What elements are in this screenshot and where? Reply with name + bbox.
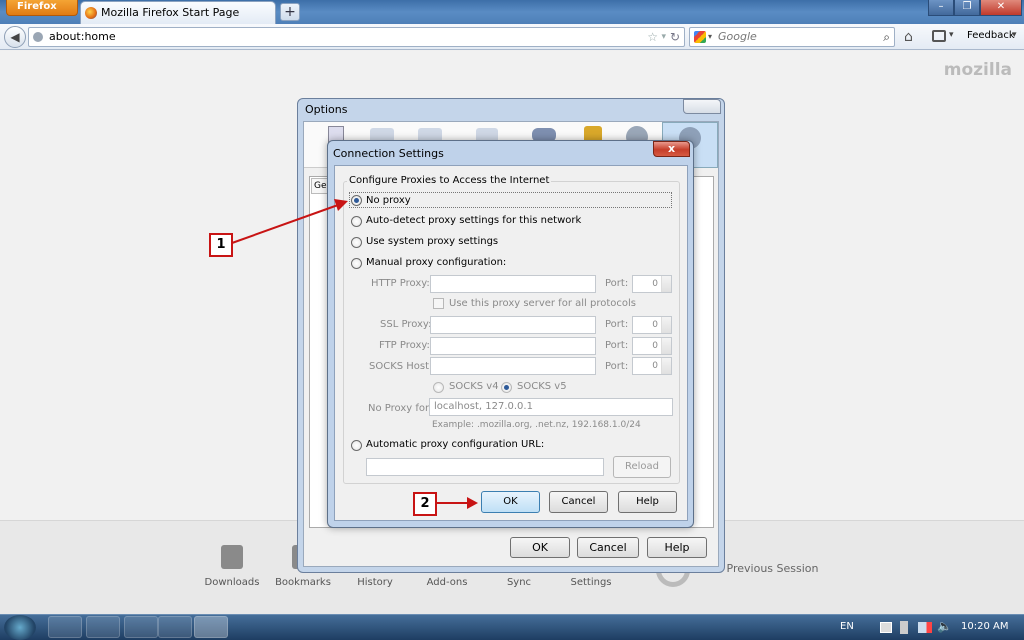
taskbar-firefox-icon[interactable] bbox=[194, 616, 228, 638]
volume-icon[interactable]: 🔈 bbox=[937, 619, 952, 633]
callout-2: 2 bbox=[413, 492, 437, 516]
battery-icon[interactable] bbox=[900, 621, 908, 634]
clock[interactable]: 10:20 AM bbox=[961, 621, 1008, 632]
arrow-2-head bbox=[467, 497, 478, 509]
arrow-1-head bbox=[334, 199, 348, 211]
arrow-1-line bbox=[231, 204, 339, 244]
annotation-arrows bbox=[231, 199, 478, 509]
network-icon[interactable] bbox=[918, 622, 932, 633]
taskbar-explorer-icon[interactable] bbox=[86, 616, 120, 638]
taskbar-ie-icon[interactable] bbox=[48, 616, 82, 638]
taskbar-chrome-icon[interactable] bbox=[158, 616, 192, 638]
language-indicator[interactable]: EN bbox=[840, 621, 854, 632]
callout-1: 1 bbox=[209, 233, 233, 257]
start-orb-icon[interactable] bbox=[4, 615, 36, 640]
taskbar-media-icon[interactable] bbox=[124, 616, 158, 638]
action-center-icon[interactable] bbox=[880, 622, 892, 633]
